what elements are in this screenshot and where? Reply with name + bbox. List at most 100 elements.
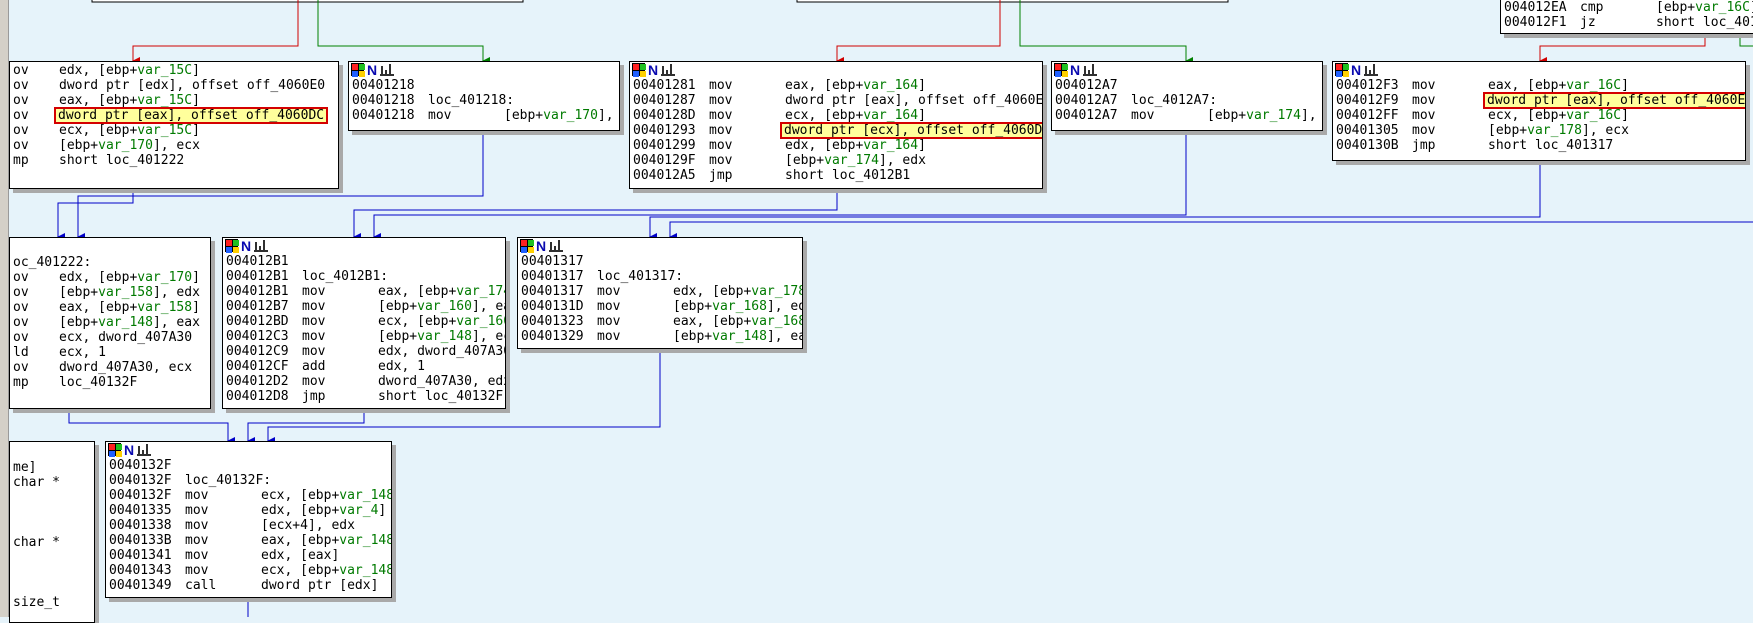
code-line[interactable]: mp short loc_401222 <box>13 153 335 168</box>
operand[interactable]: edx, [ebp+var_15C] <box>59 63 200 78</box>
code-line[interactable]: 004012F9 mov dword ptr [eax], offset off_4… <box>1336 92 1745 109</box>
operand[interactable]: edx, [eax] <box>261 548 339 563</box>
node-name-icon[interactable]: N <box>648 63 658 77</box>
code-line[interactable]: 004012A7 loc_4012A7: <box>1055 93 1319 108</box>
code-line[interactable]: ld ecx, 1 <box>13 345 207 360</box>
code-line[interactable]: 00401287 mov dword ptr [eax], offset off_4… <box>633 93 1042 108</box>
code-line[interactable]: 00401349 call dword ptr [edx] <box>109 578 388 593</box>
operand[interactable]: eax, [ebp+var_164] <box>785 78 926 93</box>
operand[interactable]: short loc_4013 <box>1656 15 1753 30</box>
code-line[interactable]: ov dword ptr [eax], offset off_4060DC <box>13 107 335 124</box>
code-line[interactable]: 00401317 loc_401317: <box>521 269 799 284</box>
graph-overview-icon[interactable] <box>1364 63 1379 76</box>
operand[interactable]: [ebp+var_170], 0 <box>504 108 619 123</box>
code-line[interactable]: char * <box>13 535 91 550</box>
code-block-node[interactable]: N 004012A7 004012A7 loc_4012A7: 004012A7 mov[… <box>1051 61 1323 131</box>
highlighted-operand[interactable]: dword ptr [ecx], offset off_4060D8 <box>779 122 1042 139</box>
operand[interactable]: ecx, dword_407A30 <box>59 330 192 345</box>
operand[interactable]: eax, [ebp+var_158] <box>59 300 200 315</box>
operand[interactable]: eax, [ebp+var_148] <box>261 533 391 548</box>
code-line[interactable]: 004012BD mov ecx, [ebp+var_160] <box>226 314 505 329</box>
code-line[interactable] <box>13 520 91 535</box>
code-line[interactable]: ov [ebp+var_148], eax <box>13 315 207 330</box>
code-line[interactable]: 004012B1 <box>226 254 502 269</box>
code-line[interactable]: 00401299 mov edx, [ebp+var_164] <box>633 138 1039 153</box>
code-line[interactable]: 004012EA cmp [ebp+var_16C], <box>1504 0 1753 15</box>
code-label[interactable]: loc_401218: <box>428 93 514 108</box>
code-line[interactable]: 004012B1 mov eax, [ebp+var_174] <box>226 284 505 299</box>
operand[interactable]: edx, [ebp+var_4] <box>261 503 386 518</box>
operand[interactable]: short loc_4012B1 <box>785 168 910 183</box>
code-line[interactable]: 00401293 mov dword ptr [ecx], offset off_4… <box>633 122 1042 139</box>
code-line[interactable]: 00401341 mov edx, [eax] <box>109 548 388 563</box>
code-line[interactable]: 004012B1 loc_4012B1: <box>226 269 502 284</box>
code-block-node[interactable]: ov edx, [ebp+var_15C] ov dword ptr [edx], o… <box>9 61 339 189</box>
operand[interactable]: [ebp+var_174], edx <box>785 153 926 168</box>
node-color-icon[interactable] <box>1054 63 1068 77</box>
node-color-icon[interactable] <box>225 239 239 253</box>
graph-overview-icon[interactable] <box>661 63 676 76</box>
code-line[interactable] <box>13 550 91 565</box>
operand[interactable]: loc_40132F <box>59 375 137 390</box>
operand[interactable]: [ebp+var_170], ecx <box>59 138 200 153</box>
code-line[interactable]: 00401323 mov eax, [ebp+var_168] <box>521 314 802 329</box>
code-block-node[interactable]: 004012EA cmp [ebp+var_16C], 004012F1 jz short… <box>1500 0 1753 34</box>
operand[interactable]: eax, [ebp+var_16C] <box>1488 78 1629 93</box>
code-line[interactable] <box>13 490 91 505</box>
code-line[interactable]: 00401218 loc_401218: <box>352 93 616 108</box>
operand[interactable]: edx, [ebp+var_178] <box>673 284 802 299</box>
operand[interactable]: ecx, [ebp+var_16C] <box>1488 108 1629 123</box>
node-name-icon[interactable]: N <box>367 63 377 77</box>
code-block-node[interactable]: oc_401222: ov edx, [ebp+var_170] ov [ebp+var… <box>9 237 211 409</box>
code-label[interactable]: loc_401317: <box>597 269 683 284</box>
code-line[interactable]: ov eax, [ebp+var_15C] <box>13 93 335 108</box>
code-line[interactable]: 004012A5 jmp short loc_4012B1 <box>633 168 1039 183</box>
code-line[interactable]: 0040128D mov ecx, [ebp+var_164] <box>633 108 1039 123</box>
code-line[interactable]: char * <box>13 475 91 490</box>
operand[interactable]: edx, 1 <box>378 359 425 374</box>
operand[interactable]: dword_407A30, ecx <box>59 360 192 375</box>
code-line[interactable]: 004012CF add edx, 1 <box>226 359 502 374</box>
graph-overview-icon[interactable] <box>549 239 564 252</box>
code-line[interactable] <box>13 505 91 520</box>
code-line[interactable]: 00401338 mov [ecx+4], edx <box>109 518 388 533</box>
code-line[interactable]: 0040132F loc_40132F: <box>109 473 388 488</box>
code-line[interactable]: 00401343 mov ecx, [ebp+var_148] <box>109 563 391 578</box>
code-line[interactable]: ov dword ptr [edx], offset off_4060E0 <box>13 78 335 93</box>
code-line[interactable]: 004012D8 jmp short loc_40132F <box>226 389 503 404</box>
code-line[interactable]: 00401281 mov eax, [ebp+var_164] <box>633 78 1039 93</box>
code-line[interactable]: mp loc_40132F <box>13 375 207 390</box>
operand[interactable]: [ebp+var_148], eax <box>59 315 200 330</box>
graph-overview-icon[interactable] <box>254 239 269 252</box>
operand[interactable]: eax, [ebp+var_168] <box>673 314 802 329</box>
node-color-icon[interactable] <box>108 443 122 457</box>
operand[interactable]: eax, [ebp+var_174] <box>378 284 505 299</box>
operand[interactable]: eax, [ebp+var_15C] <box>59 93 200 108</box>
code-line[interactable]: 004012F3 mov eax, [ebp+var_16C] <box>1336 78 1742 93</box>
code-block-node[interactable]: me] char * char * size_t <box>9 441 95 623</box>
code-line[interactable]: size_t <box>13 595 91 610</box>
code-line[interactable]: 0040133B mov eax, [ebp+var_148] <box>109 533 391 548</box>
code-line[interactable] <box>13 240 207 255</box>
operand[interactable]: ecx, [ebp+var_148] <box>261 563 391 578</box>
code-line[interactable]: 004012FF mov ecx, [ebp+var_16C] <box>1336 108 1742 123</box>
operand[interactable]: [ebp+var_148], ecx <box>378 329 505 344</box>
operand[interactable]: dword_407A30, edx <box>378 374 505 389</box>
code-line[interactable]: 004012A7 mov [ebp+var_174], 0 <box>1055 108 1319 123</box>
operand[interactable]: [ebp+var_158], edx <box>59 285 200 300</box>
node-color-icon[interactable] <box>1335 63 1349 77</box>
operand[interactable]: dword ptr [eax], offset off_4060E0 <box>785 93 1042 108</box>
highlighted-operand[interactable]: dword ptr [eax], offset off_4060DC <box>53 107 329 124</box>
code-line[interactable]: 004012C3 mov [ebp+var_148], ecx <box>226 329 505 344</box>
code-line[interactable]: ov [ebp+var_158], edx <box>13 285 207 300</box>
highlighted-operand[interactable]: dword ptr [eax], offset off_4060E0 <box>1482 92 1745 109</box>
node-name-icon[interactable]: N <box>536 239 546 253</box>
operand[interactable]: [ebp+var_174], 0 <box>1207 108 1322 123</box>
code-line[interactable]: ov ecx, [ebp+var_15C] <box>13 123 335 138</box>
graph-overview-icon[interactable] <box>380 63 395 76</box>
operand[interactable]: [ebp+var_16C], <box>1656 0 1753 15</box>
code-block-node[interactable]: N 004012F3 mov eax, [ebp+var_16C] 004012F9 mo… <box>1332 61 1746 161</box>
code-line[interactable]: 004012F1 jz short loc_4013 <box>1504 15 1753 30</box>
operand[interactable]: ecx, [ebp+var_148] <box>261 488 391 503</box>
node-color-icon[interactable] <box>632 63 646 77</box>
